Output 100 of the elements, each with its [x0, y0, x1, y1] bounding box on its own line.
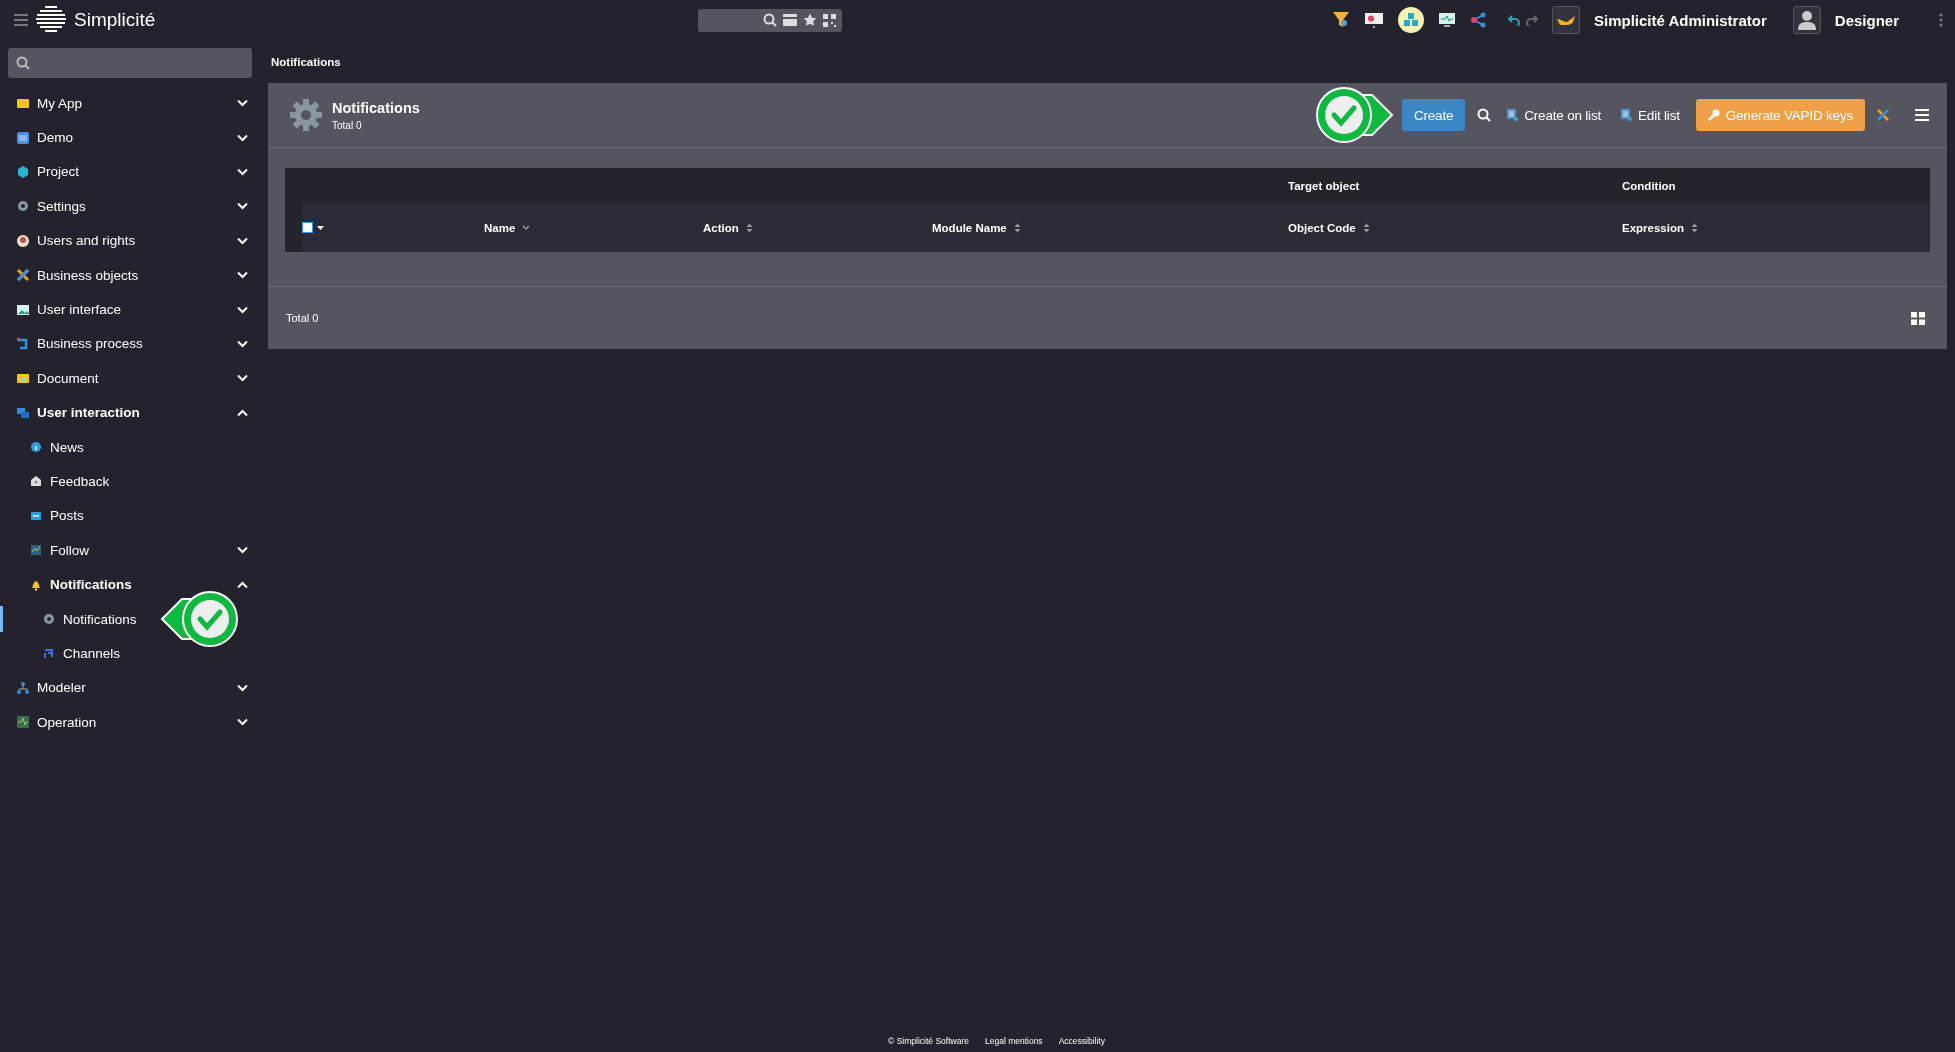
cubes-icon[interactable]: [1398, 7, 1424, 33]
monitor-icon[interactable]: [1438, 12, 1456, 28]
search-field[interactable]: [8, 48, 252, 78]
search-icon[interactable]: [1477, 108, 1492, 122]
chevron-up-icon[interactable]: [237, 408, 248, 417]
sort-icon[interactable]: [745, 222, 753, 233]
chevron-down-icon[interactable]: [237, 683, 248, 692]
column-group-header: Target object: [1288, 178, 1361, 194]
menu-icon[interactable]: [1915, 109, 1929, 121]
menu-item-icon: [16, 233, 30, 248]
footer-link[interactable]: Accessibility: [1058, 1036, 1105, 1046]
footer-link[interactable]: © Simplicité Software: [888, 1036, 969, 1046]
menu-item-icon: [16, 302, 30, 317]
search-icon[interactable]: [763, 13, 777, 27]
menu-item-icon: [29, 474, 43, 489]
sidebar-item[interactable]: Notifications: [0, 567, 260, 602]
menu-item-icon: [29, 543, 43, 558]
sidebar-item[interactable]: Channels: [0, 636, 260, 671]
column-header[interactable]: Action: [703, 221, 739, 234]
menu-item-icon: [16, 199, 30, 214]
checkmark-pointer-icon: [1313, 86, 1394, 144]
presentation-icon[interactable]: [1364, 12, 1384, 28]
star-icon[interactable]: [803, 13, 817, 27]
column-header[interactable]: Module Name: [932, 221, 1007, 234]
chevron-down-icon[interactable]: [237, 236, 248, 245]
menu-item-icon: [16, 680, 30, 695]
redo-icon[interactable]: [1526, 14, 1538, 26]
chevron-down-icon[interactable]: [237, 374, 248, 383]
chevron-down-icon[interactable]: [237, 167, 248, 176]
tools-icon[interactable]: [1877, 109, 1889, 121]
menu-item-icon: [16, 405, 30, 420]
more-icon[interactable]: [1939, 13, 1943, 27]
menu-item-icon: [16, 336, 30, 351]
create-button[interactable]: Create: [1401, 99, 1466, 131]
chevron-down-icon[interactable]: [237, 718, 248, 727]
chevron-down-icon[interactable]: [237, 546, 248, 555]
sort-icon[interactable]: [1013, 222, 1021, 233]
menu-item-icon: [16, 268, 30, 283]
share-icon[interactable]: [1470, 12, 1486, 28]
sort-icon[interactable]: [1362, 222, 1370, 233]
chevron-down-icon[interactable]: [237, 202, 248, 211]
caret-down-icon[interactable]: [317, 225, 324, 230]
sidebar-item[interactable]: Project: [0, 154, 260, 190]
search-icon: [16, 56, 30, 70]
sidebar-item[interactable]: Modeler: [0, 670, 260, 706]
record-count: Total 0: [332, 119, 363, 131]
sort-icon[interactable]: [1691, 222, 1698, 233]
sidebar-item[interactable]: Follow: [0, 533, 260, 568]
sidebar-item[interactable]: Operation: [0, 705, 260, 740]
menu-item-icon: [42, 646, 56, 661]
sort-descending-icon[interactable]: [522, 224, 531, 231]
column-header[interactable]: Name: [484, 221, 516, 234]
profile-avatar[interactable]: [1792, 6, 1821, 34]
list-icon: [1621, 109, 1632, 121]
column-header[interactable]: Object Code: [1288, 221, 1356, 234]
select-all-checkbox[interactable]: [302, 222, 313, 233]
menu-icon[interactable]: [14, 14, 28, 26]
filter-icon[interactable]: [1332, 11, 1350, 29]
profile-name[interactable]: Designer: [1834, 11, 1899, 29]
chevron-down-icon[interactable]: [237, 305, 248, 314]
sidebar-item[interactable]: Posts: [0, 498, 260, 534]
sidebar-item[interactable]: Notifications: [0, 601, 260, 637]
sidebar-item[interactable]: Users and rights: [0, 223, 260, 258]
grid-view-icon[interactable]: [1911, 311, 1925, 325]
toolbar-link[interactable]: Create on list: [1503, 99, 1605, 131]
sidebar-item[interactable]: Business process: [0, 326, 260, 362]
menu-item-icon: [16, 715, 30, 730]
sidebar-item[interactable]: User interface: [0, 292, 260, 327]
chevron-down-icon[interactable]: [237, 99, 248, 108]
lamp-icon: [1556, 14, 1576, 26]
toolbar-link[interactable]: Edit list: [1617, 99, 1684, 131]
user-name[interactable]: Simplicité Administrator: [1594, 11, 1767, 29]
key-icon: [1707, 109, 1720, 121]
sidebar-item[interactable]: Document: [0, 361, 260, 396]
menu-item-icon: [16, 164, 30, 179]
sidebar-item[interactable]: Business objects: [0, 257, 260, 293]
logo-icon: [36, 5, 66, 35]
sidebar-item[interactable]: News: [0, 429, 260, 465]
column-header[interactable]: Expression: [1622, 221, 1684, 234]
sidebar-item[interactable]: Settings: [0, 189, 260, 224]
footer-link[interactable]: Legal mentions: [984, 1036, 1043, 1046]
list-icon: [1507, 109, 1519, 121]
chevron-down-icon[interactable]: [237, 133, 248, 142]
chevron-down-icon[interactable]: [237, 339, 248, 348]
sidebar-item[interactable]: Demo: [0, 120, 260, 155]
gear-icon: [290, 99, 322, 131]
sidebar-item[interactable]: User interaction: [0, 395, 260, 430]
chevron-up-icon[interactable]: [237, 580, 248, 589]
app-name: Simplicité: [74, 9, 156, 31]
card-icon[interactable]: [783, 14, 797, 26]
sidebar-item[interactable]: My App: [0, 86, 260, 121]
menu-item-icon: [16, 130, 30, 145]
menu-item-icon: [16, 371, 30, 386]
user-avatar[interactable]: [1552, 6, 1580, 34]
panel-title: Notifications: [332, 99, 421, 116]
qr-code-icon[interactable]: [823, 13, 836, 27]
sidebar-item[interactable]: Feedback: [0, 464, 260, 499]
chevron-down-icon[interactable]: [237, 271, 248, 280]
menu-item-icon: [42, 612, 56, 627]
undo-icon[interactable]: [1508, 14, 1520, 26]
